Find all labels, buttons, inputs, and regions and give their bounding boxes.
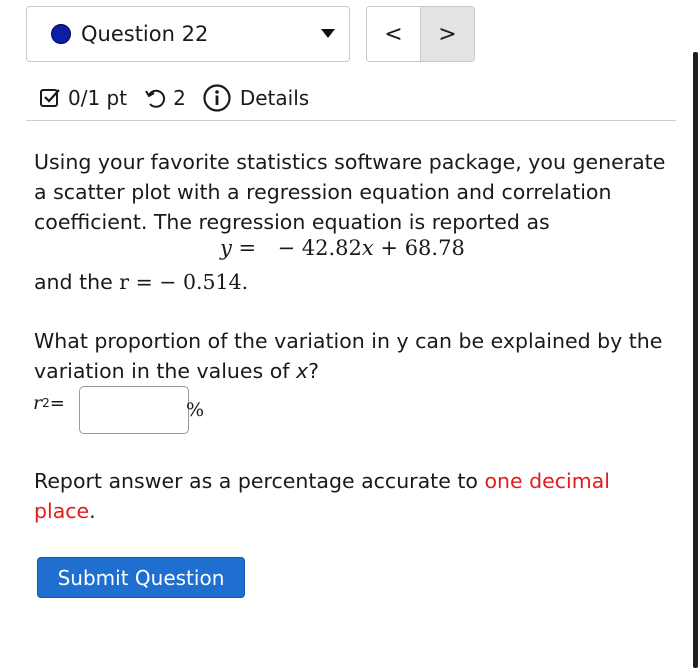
question-nav: < > xyxy=(366,6,475,62)
instruction-end: . xyxy=(89,499,96,523)
question-selector-label: Question 22 xyxy=(81,22,209,46)
answer-instruction: Report answer as a percentage accurate t… xyxy=(34,466,674,526)
scrollbar[interactable] xyxy=(693,52,698,668)
info-icon[interactable] xyxy=(202,83,232,113)
equation-intercept: + 68.78 xyxy=(373,236,465,260)
equation-lhs: y = xyxy=(220,236,257,260)
equation-variable: x xyxy=(361,236,374,260)
correlation-value: r = − 0.514. xyxy=(119,270,249,294)
previous-question-button[interactable]: < xyxy=(367,7,421,61)
chevron-left-icon: < xyxy=(384,21,403,47)
answer-label-eq: = xyxy=(49,392,65,414)
details-link[interactable]: Details xyxy=(240,86,309,110)
prompt-end: ? xyxy=(308,359,320,383)
prompt-variable: x xyxy=(296,359,309,383)
question-prompt: What proportion of the variation in y ca… xyxy=(34,326,674,386)
instruction-text: Report answer as a percentage accurate t… xyxy=(34,469,485,493)
chevron-right-icon: > xyxy=(438,21,457,47)
prompt-text: What proportion of the variation in y ca… xyxy=(34,329,663,383)
r-squared-input[interactable] xyxy=(79,386,189,434)
question-intro: Using your favorite statistics software … xyxy=(34,150,666,234)
submit-question-button[interactable]: Submit Question xyxy=(37,557,245,598)
percent-unit: % xyxy=(186,399,205,421)
answer-label-var: r xyxy=(33,392,43,414)
answer-label: r2 = xyxy=(33,392,65,414)
question-meta: 0/1 pt 2 Details xyxy=(38,82,309,114)
equation-coefficient: − 42.82 xyxy=(277,236,362,260)
next-question-button[interactable]: > xyxy=(421,7,474,61)
regression-equation: y = − 42.82x + 68.78 xyxy=(220,236,465,260)
score-text: 0/1 pt xyxy=(68,86,128,110)
answer-label-sup: 2 xyxy=(42,396,50,410)
correlation-prefix: and the xyxy=(34,270,120,294)
checkbox-icon xyxy=(38,86,62,110)
attempts-count: 2 xyxy=(173,86,186,110)
question-status-dot xyxy=(51,24,71,44)
header-divider xyxy=(26,120,676,121)
question-selector[interactable]: Question 22 xyxy=(26,6,350,62)
retry-icon xyxy=(143,86,167,110)
chevron-down-icon xyxy=(321,29,335,38)
correlation-statement: and the r = − 0.514. xyxy=(34,267,674,297)
